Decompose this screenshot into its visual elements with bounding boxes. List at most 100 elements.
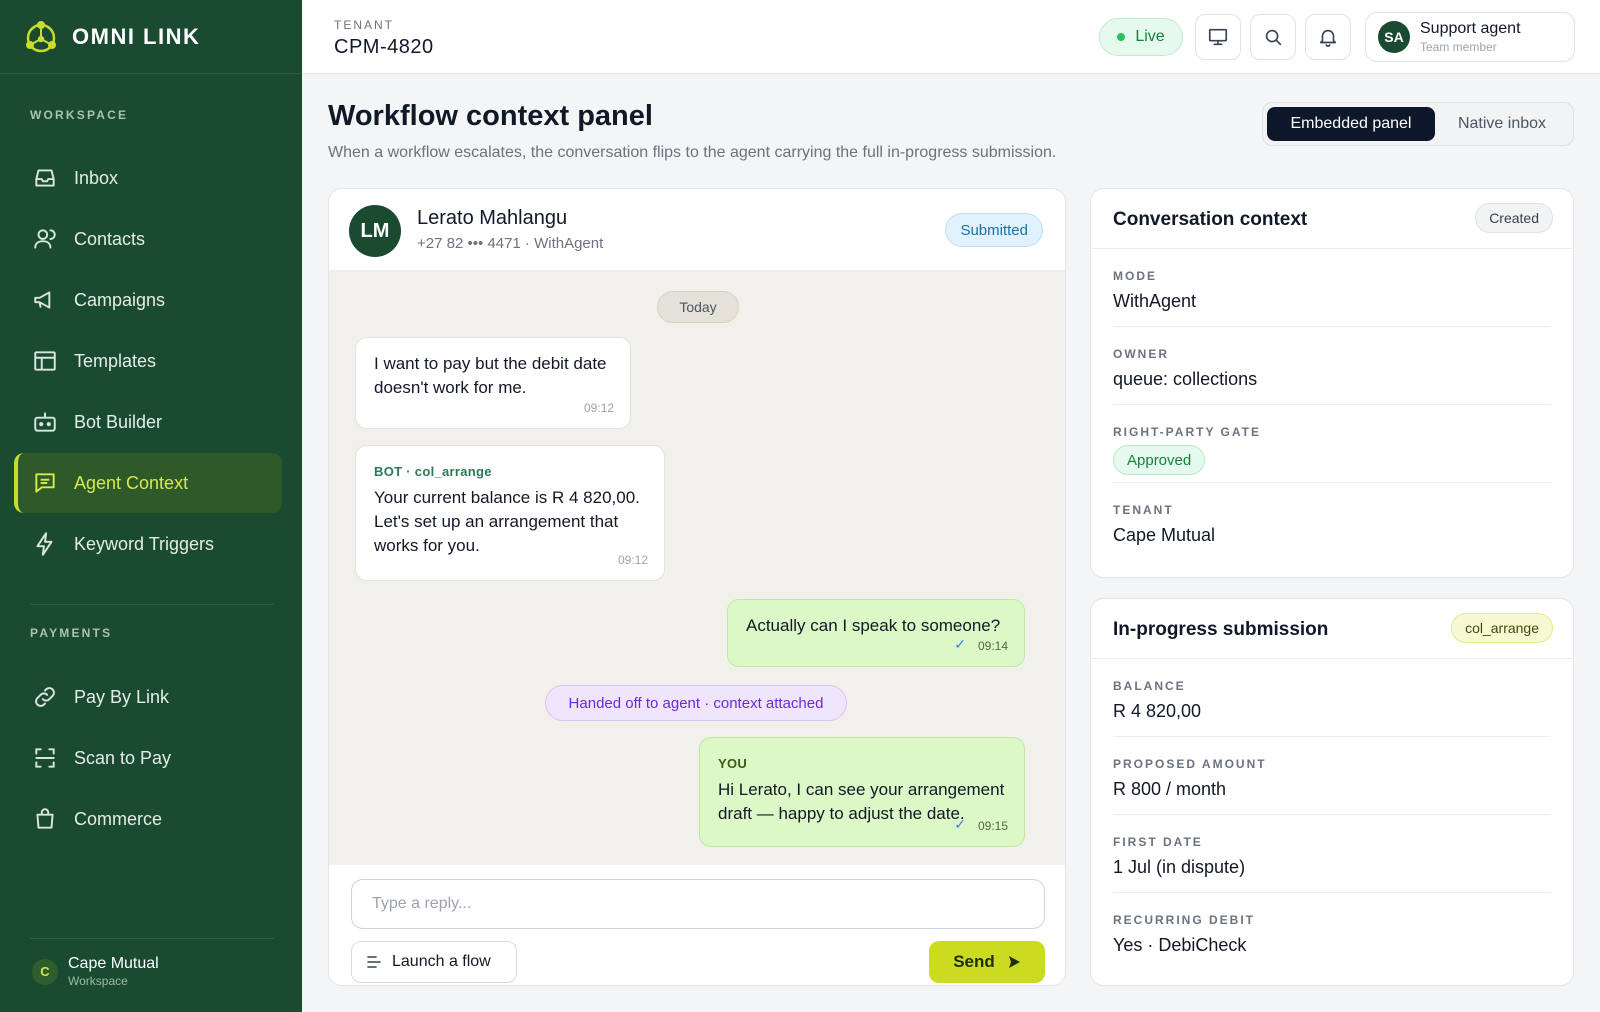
page-subtitle: When a workflow escalates, the conversat… (328, 144, 1057, 161)
field-label: MODE (1113, 269, 1157, 283)
card-header: Conversation context Created (1091, 189, 1573, 249)
sidebar-item-pay-by-link[interactable]: Pay By Link (14, 667, 282, 727)
message-time: 09:12 (583, 401, 614, 415)
field-label: FIRST DATE (1113, 835, 1203, 849)
page-title: Workflow context panel (328, 100, 653, 132)
field-value: 1 Jul (in dispute) (1113, 857, 1246, 877)
message-incoming: I want to pay but the debit date doesn't… (355, 337, 631, 429)
submission-card: In-progress submission col_arrange BALAN… (1090, 598, 1574, 986)
sidebar-item-label: Bot Builder (74, 411, 163, 432)
sidebar-item-label: Templates (74, 350, 157, 371)
megaphone-icon (34, 291, 51, 309)
chat-icon (35, 473, 55, 493)
reply-input[interactable] (351, 879, 1045, 929)
workspace-name: Cape Mutual (68, 955, 159, 972)
notifications-button[interactable] (1305, 14, 1351, 60)
contact-name: Lerato Mahlangu (417, 207, 568, 229)
live-status-pill[interactable]: Live (1099, 18, 1183, 56)
search-button[interactable] (1250, 14, 1296, 60)
conversation-panel: LM Lerato Mahlangu +27 82 ••• 4471 · Wit… (328, 188, 1066, 986)
status-badge: Submitted (945, 213, 1043, 247)
sidebar-item-contacts[interactable]: Contacts (14, 209, 282, 269)
tenant-label: TENANT (334, 18, 394, 32)
scan-icon (35, 748, 55, 768)
message-text: I want to pay but the debit date doesn't… (374, 354, 607, 397)
sidebar-item-label: Scan to Pay (74, 747, 172, 768)
field-label: OWNER (1113, 347, 1169, 361)
send-button[interactable]: Send (929, 941, 1045, 983)
brand: OMNI LINK (0, 0, 302, 74)
sidebar-item-label: Commerce (74, 808, 163, 829)
inbox-icon (35, 169, 55, 187)
user-menu[interactable]: SA Support agent Team member (1365, 12, 1575, 62)
sidebar-item-templates[interactable]: Templates (14, 331, 282, 391)
field-label: RIGHT-PARTY GATE (1113, 425, 1262, 439)
monitor-icon (1208, 28, 1228, 46)
view-toggle: Embedded panel Native inbox (1262, 102, 1574, 146)
sidebar-item-label: Campaigns (74, 289, 166, 310)
card-header: In-progress submission col_arrange (1091, 599, 1573, 659)
screen-button[interactable] (1195, 14, 1241, 60)
field-tenant: TENANT Cape Mutual (1113, 483, 1551, 561)
field-label: TENANT (1113, 503, 1174, 517)
workspace-switcher[interactable]: C Cape Mutual Workspace (32, 955, 159, 988)
field-first-date: FIRST DATE 1 Jul (in dispute) (1113, 815, 1551, 893)
field-value: Cape Mutual (1113, 525, 1216, 545)
date-divider: Today (657, 291, 739, 323)
avatar: SA (1378, 21, 1410, 53)
sidebar-item-label: Agent Context (74, 472, 189, 493)
field-owner: OWNER queue: collections (1113, 327, 1551, 405)
read-check-icon: ✓ (954, 816, 966, 832)
sidebar-item-label: Inbox (74, 167, 119, 188)
field-proposed-amount: PROPOSED AMOUNT R 800 / month (1113, 737, 1551, 815)
message-sender: BOT · col_arrange (374, 464, 492, 479)
sidebar-item-campaigns[interactable]: Campaigns (14, 270, 282, 330)
send-arrow-icon (1008, 956, 1020, 968)
tab-embedded-panel[interactable]: Embedded panel (1267, 107, 1435, 141)
bell-icon (1319, 29, 1337, 47)
bot-icon (34, 412, 56, 432)
message-text: Actually can I speak to someone? (746, 616, 1001, 635)
message-bot: BOT · col_arrange Your current balance i… (355, 445, 665, 581)
tenant-id: CPM-4820 (334, 36, 434, 58)
card-title: In-progress submission (1113, 619, 1329, 640)
conversation-header: LM Lerato Mahlangu +27 82 ••• 4471 · Wit… (329, 189, 1065, 271)
template-icon (34, 351, 56, 371)
sidebar-item-commerce[interactable]: Commerce (14, 789, 282, 849)
sidebar-item-inbox[interactable]: Inbox (14, 148, 282, 208)
message-sender: YOU (718, 756, 748, 771)
field-balance: BALANCE R 4 820,00 (1113, 659, 1551, 737)
send-label: Send (953, 952, 995, 971)
workspace-section-label: WORKSPACE (30, 108, 129, 122)
message-time: 09:15 (977, 819, 1008, 833)
message-outgoing: Actually can I speak to someone? ✓ 09:14 (727, 599, 1025, 667)
search-icon (1265, 29, 1282, 46)
conversation-context-card: Conversation context Created MODE WithAg… (1090, 188, 1574, 578)
message-thread[interactable]: Today I want to pay but the debit date d… (329, 271, 1065, 865)
approved-badge: Approved (1113, 445, 1206, 475)
card-title: Conversation context (1113, 209, 1308, 230)
read-check-icon: ✓ (954, 636, 966, 652)
contacts-icon (34, 229, 56, 249)
message-text: Your current balance is R 4 820,00. Let'… (374, 488, 640, 555)
field-label: RECURRING DEBIT (1113, 913, 1256, 927)
user-role: Team member (1420, 40, 1497, 54)
workspace-sub: Workspace (68, 974, 128, 988)
sidebar-item-keyword-triggers[interactable]: Keyword Triggers (14, 514, 282, 574)
launch-flow-button[interactable]: Launch a flow (351, 941, 517, 983)
tab-native-inbox[interactable]: Native inbox (1435, 107, 1569, 141)
sidebar-item-label: Pay By Link (74, 686, 170, 707)
bolt-icon (36, 532, 53, 556)
sidebar-item-agent-context[interactable]: Agent Context (14, 453, 282, 513)
payments-section-label: PAYMENTS (30, 626, 113, 640)
sidebar-item-scan-to-pay[interactable]: Scan to Pay (14, 728, 282, 788)
sidebar-item-label: Keyword Triggers (74, 533, 215, 554)
sidebar-item-bot-builder[interactable]: Bot Builder (14, 392, 282, 452)
topbar: TENANT CPM-4820 Live SA Support agent Te… (302, 0, 1600, 74)
sidebar: OMNI LINK WORKSPACE Inbox Contacts Campa… (0, 0, 302, 1012)
handoff-banner: Handed off to agent · context attached (545, 685, 847, 721)
field-value: Yes · DebiCheck (1113, 935, 1247, 955)
omni-link-logo-icon (26, 20, 56, 52)
message-time: 09:12 (617, 553, 648, 567)
field-label: BALANCE (1113, 679, 1186, 693)
